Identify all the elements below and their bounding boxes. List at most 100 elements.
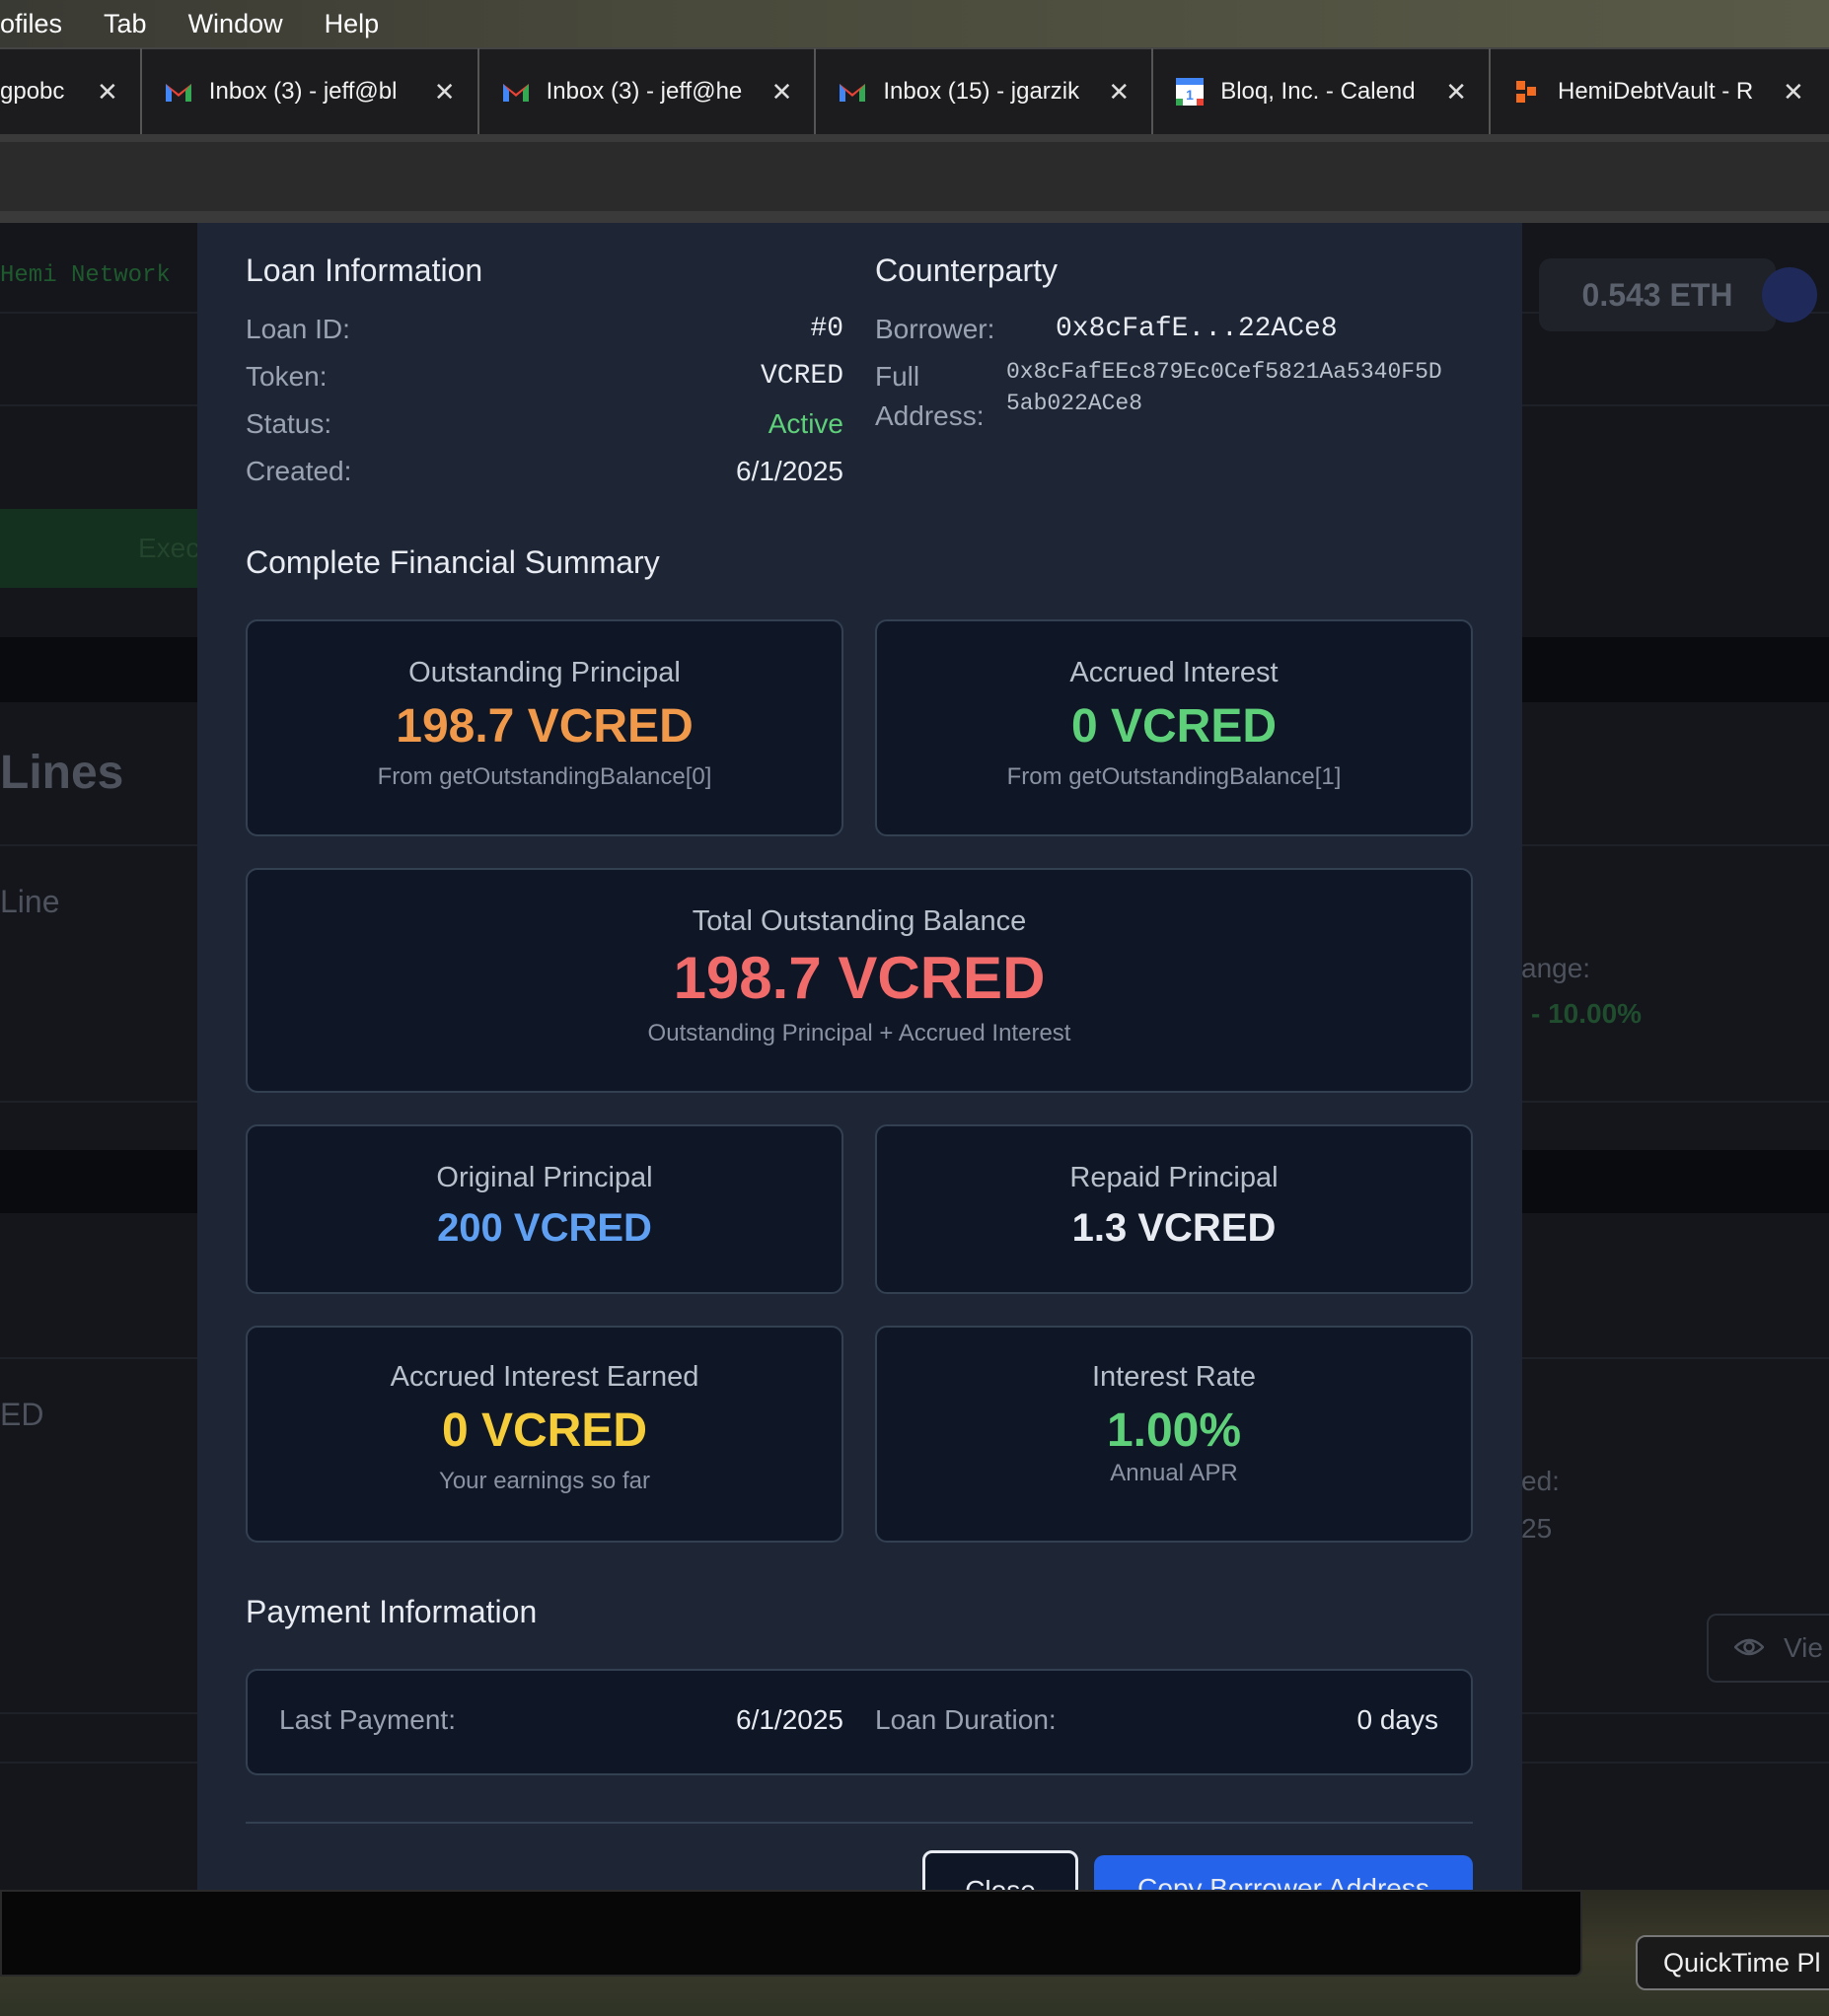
range-label: ange: xyxy=(1521,953,1591,983)
hemi-icon xyxy=(1512,77,1542,107)
loan-id-value: #0 xyxy=(810,314,843,344)
borrower-address-short: 0x8cFafE...22ACe8 xyxy=(1056,314,1338,344)
card-title: Outstanding Principal xyxy=(408,657,681,688)
close-icon[interactable]: ✕ xyxy=(97,77,118,108)
browser-tab[interactable]: gpobc ✕ xyxy=(0,48,142,135)
svg-text:1: 1 xyxy=(1186,87,1194,103)
outstanding-principal-card: Outstanding Principal 198.7 VCRED From g… xyxy=(246,619,843,836)
counterparty-title: Counterparty xyxy=(875,252,1058,288)
tab-title: HemiDebtVault - R xyxy=(1557,78,1754,105)
full-address-line-2: 5ab022ACe8 xyxy=(1006,391,1143,416)
footer-divider xyxy=(246,1822,1473,1824)
outstanding-principal-value: 198.7 VCRED xyxy=(396,700,694,753)
status-label: Status: xyxy=(246,408,332,439)
range-value: - 10.00% xyxy=(1531,998,1643,1029)
tab-title: Bloq, Inc. - Calend xyxy=(1220,78,1416,105)
created-label: Created: xyxy=(246,456,352,486)
card-subtitle: From getOutstandingBalance[0] xyxy=(377,763,712,790)
card-subtitle: Annual APR xyxy=(1110,1460,1238,1486)
original-principal-value: 200 VCRED xyxy=(437,1206,652,1250)
card-title: Interest Rate xyxy=(1091,1361,1257,1393)
repaid-principal-card: Repaid Principal 1.3 VCRED xyxy=(875,1124,1473,1294)
copy-borrower-address-button[interactable]: Copy Borrower Address xyxy=(1094,1855,1473,1890)
quicktime-tooltip: QuickTime Pl xyxy=(1636,1935,1829,1990)
created-value: 25 xyxy=(1521,1513,1553,1544)
card-title: Total Outstanding Balance xyxy=(692,905,1027,937)
browser-tab[interactable]: HemiDebtVault - R ✕ xyxy=(1491,48,1826,135)
browser-tab[interactable]: Inbox (15) - jgarzik ✕ xyxy=(816,48,1154,135)
copy-button-label: Copy Borrower Address xyxy=(1137,1873,1429,1890)
gmail-icon xyxy=(164,77,193,107)
menu-window[interactable]: Window xyxy=(188,9,283,39)
repaid-principal-value: 1.3 VCRED xyxy=(1071,1206,1277,1250)
tab-title: Inbox (3) - jeff@bl xyxy=(208,78,398,105)
full-address-label-2: Address: xyxy=(875,400,985,431)
eye-icon xyxy=(1733,1632,1765,1664)
accrued-interest-value: 0 VCRED xyxy=(1070,700,1278,753)
view-label: Vie xyxy=(1784,1632,1823,1663)
loan-duration-label: Loan Duration: xyxy=(875,1704,1057,1735)
total-outstanding-card: Total Outstanding Balance 198.7 VCRED Ou… xyxy=(246,868,1473,1093)
card-title: Accrued Interest xyxy=(1069,657,1279,688)
browser-tab-strip: gpobc ✕ Inbox (3) - jeff@bl ✕ Inbox (3) … xyxy=(0,47,1829,135)
card-subtitle: Outstanding Principal + Accrued Interest xyxy=(647,1020,1071,1046)
full-address-line-1: 0x8cFafEEc879Ec0Cef5821Aa5340F5D xyxy=(1006,359,1442,385)
menu-bar: ofiles Tab Window Help xyxy=(0,0,1829,47)
menu-tab[interactable]: Tab xyxy=(104,9,147,39)
dock-bar xyxy=(0,1890,1582,1977)
loan-details-modal: Loan Information Loan ID: #0 Token: VCRE… xyxy=(197,223,1522,1890)
created-value: 6/1/2025 xyxy=(736,456,843,486)
accrued-interest-card: Accrued Interest 0 VCRED From getOutstan… xyxy=(875,619,1473,836)
interest-earned-value: 0 VCRED xyxy=(441,1404,648,1457)
browser-tab[interactable]: Inbox (3) - jeff@he ✕ xyxy=(479,48,817,135)
loan-duration-value: 0 days xyxy=(1356,1704,1439,1735)
interest-earned-card: Accrued Interest Earned 0 VCRED Your ear… xyxy=(246,1326,843,1543)
loan-label: ED xyxy=(0,1397,44,1432)
gmail-icon xyxy=(838,77,867,107)
card-title: Original Principal xyxy=(436,1162,653,1193)
interest-rate-value: 1.00% xyxy=(1106,1404,1242,1457)
original-principal-card: Original Principal 200 VCRED xyxy=(246,1124,843,1294)
browser-tab[interactable]: Inbox (3) - jeff@bl ✕ xyxy=(142,48,479,135)
close-icon[interactable]: ✕ xyxy=(771,77,793,108)
eth-balance[interactable]: 0.543 ETH xyxy=(1539,258,1776,331)
payment-info-title: Payment Information xyxy=(246,1594,538,1629)
browser-tab[interactable]: 1 Bloq, Inc. - Calend ✕ xyxy=(1153,48,1491,135)
close-button[interactable]: Close xyxy=(922,1850,1078,1890)
card-title: Accrued Interest Earned xyxy=(390,1361,699,1393)
browser-toolbar xyxy=(0,134,1829,223)
view-button[interactable]: Vie xyxy=(1707,1614,1829,1683)
network-label: Hemi Network xyxy=(0,262,171,289)
close-icon[interactable]: ✕ xyxy=(1445,77,1467,108)
full-address-label: Full xyxy=(875,361,920,392)
menu-profiles[interactable]: ofiles xyxy=(0,9,62,39)
status-badge: Active xyxy=(768,408,843,439)
last-payment-value: 6/1/2025 xyxy=(736,1704,843,1735)
avatar[interactable] xyxy=(1762,267,1817,323)
borrower-label: Borrower: xyxy=(875,314,995,344)
created-label: ed: xyxy=(1521,1466,1560,1496)
card-title: Repaid Principal xyxy=(1069,1162,1279,1193)
calendar-icon: 1 xyxy=(1175,77,1205,107)
section-heading: Lines xyxy=(0,747,124,799)
card-subtitle: From getOutstandingBalance[1] xyxy=(1006,763,1342,790)
loan-info-title: Loan Information xyxy=(246,252,483,288)
close-icon[interactable]: ✕ xyxy=(1783,77,1804,108)
token-value: VCRED xyxy=(760,361,843,392)
total-outstanding-value: 198.7 VCRED xyxy=(673,945,1046,1011)
interest-rate-card: Interest Rate 1.00% Annual APR xyxy=(875,1326,1473,1543)
last-payment-label: Last Payment: xyxy=(279,1704,456,1735)
tab-title: Inbox (3) - jeff@he xyxy=(546,78,743,105)
close-icon[interactable]: ✕ xyxy=(434,77,456,108)
close-icon[interactable]: ✕ xyxy=(1108,77,1130,108)
loan-id-label: Loan ID: xyxy=(246,314,350,344)
gmail-icon xyxy=(501,77,531,107)
token-label: Token: xyxy=(246,361,328,392)
tab-title: gpobc xyxy=(0,78,65,105)
execute-button[interactable]: Exec xyxy=(0,509,199,588)
close-button-label: Close xyxy=(965,1875,1036,1890)
menu-help[interactable]: Help xyxy=(325,9,380,39)
card-subtitle: Your earnings so far xyxy=(439,1468,650,1494)
financial-summary-title: Complete Financial Summary xyxy=(246,544,660,580)
credit-line-label: Line xyxy=(0,884,60,919)
